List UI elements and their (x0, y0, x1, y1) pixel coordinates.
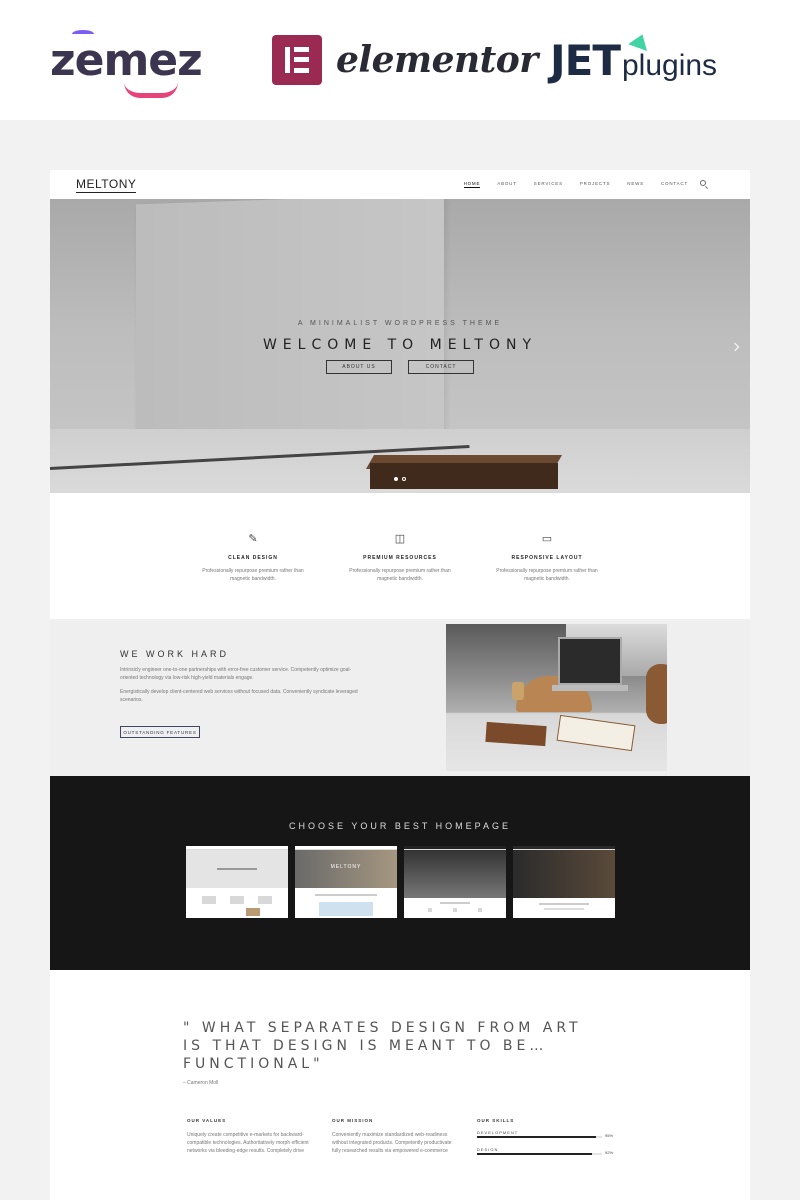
skill-value: 92% (605, 1150, 614, 1155)
column-text: Uniquely create competitive e-markets fo… (187, 1132, 309, 1154)
homepage-thumb-2[interactable]: MELTONY (295, 846, 397, 918)
skill-label: DESIGN (477, 1147, 499, 1152)
homepage-thumb-1[interactable] (186, 846, 288, 918)
feature-text: Professionally repurpose premium rather … (202, 568, 304, 582)
nav-item-projects[interactable]: PROJECTS (580, 181, 610, 188)
skill-track (477, 1153, 602, 1155)
our-mission-column: OUR MISSION Conveniently maximize standa… (332, 1118, 457, 1155)
our-values-column: OUR VALUES Uniquely create competitive e… (187, 1118, 312, 1155)
work-paragraph-2: Energistically develop client-centered w… (120, 689, 358, 703)
homepage-thumb-3[interactable] (404, 846, 506, 918)
work-title: WE WORK HARD (120, 649, 229, 659)
top-nav: MELTONY HOME ABOUT SERVICES PROJECTS NEW… (50, 170, 750, 199)
nav-menu: HOME ABOUT SERVICES PROJECTS NEWS CONTAC… (463, 181, 688, 188)
elementor-icon (272, 35, 322, 85)
homepage-thumb-4[interactable] (513, 846, 615, 918)
plugins-wordmark: plugins (621, 49, 718, 82)
nav-item-news[interactable]: NEWS (627, 181, 644, 188)
feature-premium-resources: ◫ PREMIUM RESOURCES Professionally repur… (345, 533, 456, 619)
hero-bench-image (365, 449, 563, 489)
jetplugins-logo: JET plugins (550, 22, 717, 98)
slider-dots (50, 477, 750, 481)
skill-fill (477, 1136, 596, 1138)
quote-author: – Cameron Moll (183, 1080, 219, 1086)
brand-bar: zemez elementor JET plugins (0, 0, 800, 120)
column-title: OUR SKILLS (477, 1118, 515, 1123)
our-skills-column: OUR SKILLS DEVELOPMENT 95% DESIGN 92% (477, 1118, 613, 1157)
elementor-logo: elementor (272, 22, 538, 98)
pencil-ruler-icon: ✎ (248, 533, 258, 545)
site-preview: MELTONY HOME ABOUT SERVICES PROJECTS NEW… (50, 170, 750, 1200)
zemez-wordmark: zemez (50, 34, 203, 86)
nav-item-about[interactable]: ABOUT (497, 181, 517, 188)
laptop-icon: ▭ (541, 533, 553, 545)
homepages-title: CHOOSE YOUR BEST HOMEPAGE (288, 821, 512, 831)
feature-text: Professionally repurpose premium rather … (349, 568, 451, 582)
column-title: OUR VALUES (187, 1118, 227, 1123)
nav-item-services[interactable]: SERVICES (534, 181, 563, 188)
hero-slider: A MINIMALIST WORDPRESS THEME WELCOME TO … (50, 199, 750, 493)
gift-icon: ◫ (394, 533, 406, 545)
nav-item-contact[interactable]: CONTACT (661, 181, 688, 188)
hero-title: WELCOME TO MELTONY (262, 337, 538, 353)
info-columns: OUR VALUES Uniquely create competitive e… (187, 1118, 617, 1178)
skill-fill (477, 1153, 592, 1155)
zemez-logo: zemez (50, 22, 203, 98)
search-icon[interactable] (700, 180, 706, 186)
feature-text: Professionally repurpose premium rather … (496, 568, 598, 582)
feature-title: PREMIUM RESOURCES (363, 555, 437, 561)
feature-clean-design: ✎ CLEAN DESIGN Professionally repurpose … (198, 533, 309, 619)
skill-design: DESIGN 92% (477, 1147, 613, 1157)
jet-wordmark: JET (550, 35, 621, 85)
work-paragraph-1: Intrinsicly engineer one-to-one partners… (120, 667, 352, 681)
site-logo[interactable]: MELTONY (76, 177, 137, 193)
workspace-photo (446, 624, 667, 771)
zemez-smile-icon (124, 82, 178, 98)
about-us-button[interactable]: ABOUT US (326, 360, 392, 374)
skill-value: 95% (605, 1133, 614, 1138)
quote-text: " WHAT SEPARATES DESIGN FROM ART IS THAT… (183, 1020, 582, 1072)
hero-tagline: A MINIMALIST WORDPRESS THEME (297, 320, 503, 327)
nav-item-home[interactable]: HOME (463, 181, 481, 188)
hero-buttons: ABOUT US CONTACT (50, 360, 750, 374)
features-section: ✎ CLEAN DESIGN Professionally repurpose … (50, 493, 750, 619)
homepage-thumbnails: MELTONY (186, 846, 615, 918)
outstanding-features-button[interactable]: OUTSTANDING FEATURES (120, 726, 200, 738)
skill-track (477, 1136, 602, 1138)
feature-title: CLEAN DESIGN (228, 555, 278, 561)
work-section: WE WORK HARD Intrinsicly engineer one-to… (50, 619, 750, 776)
skill-development: DEVELOPMENT 95% (477, 1130, 613, 1140)
elementor-wordmark: elementor (336, 39, 538, 81)
zemez-accent-icon (72, 30, 94, 38)
contact-button[interactable]: CONTACT (408, 360, 474, 374)
homepages-section: CHOOSE YOUR BEST HOMEPAGE MELTONY (50, 776, 750, 970)
skill-label: DEVELOPMENT (477, 1130, 519, 1135)
slider-dot-1[interactable] (394, 477, 398, 481)
column-text: Conveniently maximize standardized web-r… (332, 1132, 452, 1154)
slider-dot-2[interactable] (402, 477, 406, 481)
feature-title: RESPONSIVE LAYOUT (511, 555, 583, 561)
feature-responsive-layout: ▭ RESPONSIVE LAYOUT Professionally repur… (492, 533, 603, 619)
column-title: OUR MISSION (332, 1118, 374, 1123)
jet-accent-icon (628, 31, 652, 51)
homepage-thumb-title: MELTONY (330, 864, 362, 870)
